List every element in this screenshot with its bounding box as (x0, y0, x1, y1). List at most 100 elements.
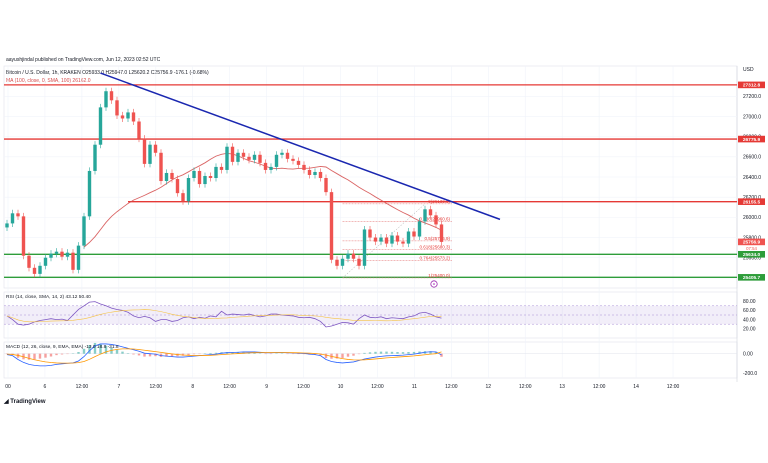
price-tag-label: 25634.0 (743, 252, 761, 258)
brand-text: TradingView (10, 399, 46, 405)
chart-canvas[interactable]: 0(26133.8)0.236(25960.6)0.5(25766.9)0.61… (0, 0, 768, 463)
candle-body (230, 146, 235, 162)
candle-body (406, 231, 411, 244)
macd-histogram-bar (401, 352, 405, 354)
macd-histogram-bar (352, 353, 355, 356)
price-tag-label: 26775.9 (743, 137, 761, 143)
price-tick-label: 26400.0 (743, 175, 761, 181)
candle-body (93, 144, 97, 171)
macd-tick-label: 0.00 (743, 351, 753, 357)
candle-body (236, 152, 240, 162)
price-tick-label: 26000.0 (743, 215, 761, 221)
candle-body (164, 172, 169, 182)
candle-body (296, 160, 301, 165)
macd-histogram-bar (55, 353, 58, 356)
time-tick-label: 12:00 (150, 384, 163, 390)
candle-body (126, 112, 130, 119)
grid (3, 65, 738, 382)
time-tick-label: 8 (191, 384, 194, 390)
macd-histogram-bar (44, 353, 47, 358)
candle-body (324, 178, 328, 193)
candle-body (434, 215, 438, 225)
candle-body (329, 192, 334, 260)
candle-body (5, 223, 9, 228)
macd-pane[interactable]: MACD (12, 26, close, 9, EMA, EMA) -13.0 … (4, 342, 737, 367)
bar-countdown: 07:54 (746, 246, 757, 251)
candle-body (384, 237, 389, 244)
macd-histogram-bar (33, 353, 36, 360)
macd-histogram-bar (214, 352, 218, 354)
candle-body (71, 252, 75, 270)
candle-body (373, 237, 378, 242)
candle-body (285, 152, 290, 159)
candle-body (142, 138, 147, 164)
candle-body (390, 235, 394, 244)
candle-body (225, 146, 229, 170)
macd-histogram-bar (407, 352, 410, 354)
macd-histogram-bar (396, 352, 399, 354)
candle-body (219, 166, 224, 170)
macd-histogram-bar (209, 352, 212, 354)
candle-body (76, 245, 81, 270)
candle-body (274, 154, 279, 167)
candle-body (16, 213, 20, 217)
candle-body (38, 265, 42, 274)
candle-body (412, 231, 416, 237)
macd-histogram-bar (368, 352, 372, 354)
candle-body (60, 251, 64, 257)
macd-histogram-bar (346, 353, 350, 357)
macd-histogram-bar (341, 353, 344, 358)
candle-body (335, 259, 339, 266)
macd-histogram-bar (385, 351, 388, 354)
candle-body (115, 100, 119, 116)
rsi-tick-label: 40.00 (743, 317, 756, 323)
macd-tick-label: -200.0 (743, 371, 757, 377)
candle-body (214, 166, 218, 179)
candle-body (109, 91, 114, 101)
price-pane[interactable]: 0(26133.8)0.236(25960.6)0.5(25766.9)0.61… (4, 72, 737, 288)
candle-body (307, 169, 312, 175)
candle-body (131, 112, 136, 122)
candle-body (351, 253, 356, 259)
time-tick-label: 12 (486, 384, 492, 390)
candle-body (357, 258, 361, 266)
candle-body (32, 267, 37, 274)
candle-body (27, 255, 31, 268)
candle-body (423, 209, 427, 222)
macd-histogram-bar (187, 353, 190, 355)
macd-signal-line (6, 348, 442, 364)
candle-body (313, 171, 317, 175)
candle-body (181, 193, 185, 202)
candle-body (291, 158, 295, 161)
time-tick-label: 10 (338, 384, 344, 390)
candle-body (280, 152, 284, 155)
candle-body (54, 251, 59, 254)
fib-level-label: 0.618(25680.3) (419, 245, 450, 250)
candle-body (340, 258, 345, 266)
time-tick-label: 12:00 (593, 384, 606, 390)
candle-body (65, 252, 70, 257)
fib-level-label: 0.5(25766.9) (424, 236, 450, 241)
candle-body (368, 229, 372, 238)
macd-histogram-bar (38, 353, 42, 359)
candle-body (120, 115, 125, 119)
macd-histogram-bar (132, 353, 135, 355)
macd-histogram-bar (121, 351, 124, 354)
price-tick-label: 27200.0 (743, 94, 761, 100)
macd-histogram-bar (363, 352, 366, 354)
time-tick-label: 12:00 (297, 384, 310, 390)
price-tag-label: 26155.5 (743, 199, 761, 205)
candle-body (362, 229, 367, 266)
rsi-pane[interactable]: RSI (14, close, SMA, 14, 2) 43.12 50.40 (4, 294, 737, 328)
price-tag-label: 25405.7 (743, 275, 761, 281)
candle-body (241, 152, 246, 157)
time-tick-label: 12:00 (371, 384, 384, 390)
candle-body (82, 216, 86, 246)
macd-legend: MACD (12, 26, close, 9, EMA, EMA) -13.0 … (6, 344, 119, 350)
candle-body (148, 144, 152, 164)
candle-body (159, 152, 163, 182)
rsi-legend: RSI (14, close, SMA, 14, 2) 43.12 50.40 (6, 294, 91, 300)
macd-histogram-bar (412, 351, 416, 354)
moving-average-line (83, 152, 442, 248)
time-tick-label: 9 (265, 384, 268, 390)
